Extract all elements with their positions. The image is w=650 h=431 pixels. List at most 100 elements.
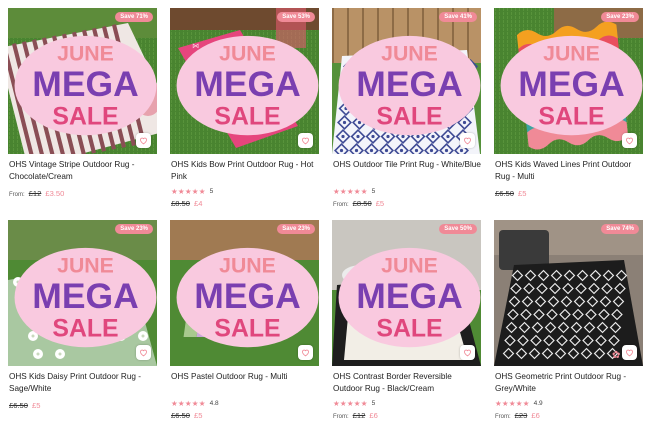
product-price: From: £8.50 £5 <box>332 199 481 208</box>
price-now: £5 <box>194 411 203 420</box>
rating-value: 5 <box>371 187 376 195</box>
price-was: £6.50 <box>171 411 191 420</box>
rating-value: 5 <box>209 187 214 195</box>
price-from-label: From: <box>333 414 349 420</box>
mega-sale-badge: JUNE MEGA SALE <box>14 247 157 348</box>
price-from-label: From: <box>333 202 349 208</box>
product-title[interactable]: OHS Kids Waved Lines Print Outdoor Rug -… <box>494 159 643 183</box>
wishlist-button[interactable] <box>460 345 475 360</box>
product-image[interactable]: JUNE MEGA SALE Save 23% <box>494 8 643 154</box>
product-image[interactable]: JUNE MEGA SALE Save 50% <box>332 220 481 366</box>
svg-text:MEGA: MEGA <box>518 64 624 104</box>
heart-outline-icon <box>140 137 147 145</box>
price-now: £3.50 <box>45 189 65 198</box>
price-from-label: From: <box>495 414 511 420</box>
product-title[interactable]: OHS Kids Bow Print Outdoor Rug - Hot Pin… <box>170 159 319 183</box>
product-price: From: £12 £6 <box>332 411 481 420</box>
heart-outline-icon <box>626 349 633 357</box>
product-image[interactable]: JUNE MEGA SALE Save 23% <box>8 220 157 366</box>
wishlist-button[interactable] <box>460 133 475 148</box>
heart-outline-icon <box>302 349 309 357</box>
product-image[interactable]: ⋈⋈⋈⋈⋈⋈⋈⋈⋈⋈⋈⋈⋈⋈⋈⋈⋈⋈⋈⋈⋈⋈ JUNE MEGA SALE Sa… <box>170 8 319 154</box>
product-card[interactable]: JUNE MEGA SALE Save 23% OHS Pastel Outdo… <box>170 220 319 426</box>
svg-text:MEGA: MEGA <box>194 64 300 104</box>
product-card[interactable]: JUNE MEGA SALE Save 50% OHS Contrast Bor… <box>332 220 481 426</box>
product-card[interactable]: ⋈⋈⋈⋈⋈⋈⋈⋈⋈⋈⋈⋈⋈⋈⋈⋈⋈⋈⋈⋈⋈⋈ JUNE MEGA SALE Sa… <box>170 8 319 214</box>
product-price: From: £12 £3.50 <box>8 189 157 198</box>
product-rating: ★★★★★ 5 <box>170 186 319 196</box>
wishlist-button[interactable] <box>298 345 313 360</box>
price-now: £4 <box>194 199 203 208</box>
product-image[interactable]: JUNE MEGA SALE Save 71% <box>8 8 157 154</box>
mega-sale-badge: JUNE MEGA SALE <box>14 35 157 136</box>
discount-badge: Save 23% <box>601 12 639 22</box>
heart-outline-icon <box>626 137 633 145</box>
svg-text:SALE: SALE <box>538 104 604 131</box>
product-card[interactable]: JUNE MEGA SALE Save 71% OHS Vintage Stri… <box>8 8 157 214</box>
wishlist-button[interactable] <box>136 345 151 360</box>
heart-outline-icon <box>464 349 471 357</box>
product-image[interactable]: JUNE MEGA SALE Save 41% <box>332 8 481 154</box>
rating-stars: ★★★★★ <box>171 398 206 408</box>
mega-sale-badge: JUNE MEGA SALE <box>338 247 481 348</box>
mega-sale-badge: JUNE MEGA SALE <box>500 35 643 136</box>
product-price: £8.50 £4 <box>170 199 319 208</box>
price-was: £6.50 <box>9 401 29 410</box>
rating-stars: ★★★★★ <box>495 398 530 408</box>
price-now: £5 <box>375 199 385 208</box>
product-title[interactable]: OHS Contrast Border Reversible Outdoor R… <box>332 371 481 395</box>
product-rating: ★★★★★ 5 <box>332 398 481 408</box>
rating-stars: ★★★★★ <box>333 398 368 408</box>
product-price: From: £23 £6 <box>494 411 643 420</box>
svg-text:MEGA: MEGA <box>356 64 462 104</box>
svg-text:SALE: SALE <box>376 104 442 131</box>
price-now: £5 <box>32 401 41 410</box>
svg-text:MEGA: MEGA <box>32 64 138 104</box>
discount-badge: Save 50% <box>439 224 477 234</box>
product-card[interactable]: ✿ Save 74% OHS Geometric Print Outdoor R… <box>494 220 643 426</box>
svg-text:MEGA: MEGA <box>194 276 300 316</box>
heart-outline-icon <box>140 349 147 357</box>
svg-text:JUNE: JUNE <box>57 42 114 66</box>
price-was: £23 <box>514 411 528 420</box>
product-title[interactable]: OHS Outdoor Tile Print Rug - White/Blue <box>332 159 481 183</box>
discount-badge: Save 23% <box>115 224 153 234</box>
svg-text:SALE: SALE <box>52 104 118 131</box>
wishlist-button[interactable] <box>298 133 313 148</box>
discount-badge: Save 53% <box>277 12 315 22</box>
product-image[interactable]: JUNE MEGA SALE Save 23% <box>170 220 319 366</box>
product-rating: ★★★★★ 5 <box>332 186 481 196</box>
price-now: £6 <box>531 411 540 420</box>
product-title[interactable]: OHS Kids Daisy Print Outdoor Rug - Sage/… <box>8 371 157 395</box>
product-rating: ★★★★★ 4.9 <box>494 398 643 408</box>
price-was: £8.50 <box>352 199 372 208</box>
product-card[interactable]: JUNE MEGA SALE Save 23% OHS Kids Daisy P… <box>8 220 157 426</box>
discount-badge: Save 74% <box>601 224 639 234</box>
mega-sale-badge: JUNE MEGA SALE <box>176 247 319 348</box>
svg-text:SALE: SALE <box>214 104 280 131</box>
rating-stars: ★★★★★ <box>333 186 368 196</box>
svg-text:JUNE: JUNE <box>381 42 438 66</box>
wishlist-button[interactable] <box>136 133 151 148</box>
wishlist-button[interactable] <box>622 133 637 148</box>
product-card[interactable]: JUNE MEGA SALE Save 23% OHS Kids Waved L… <box>494 8 643 214</box>
price-was: £6.50 <box>495 189 515 198</box>
discount-badge: Save 71% <box>115 12 153 22</box>
svg-text:SALE: SALE <box>214 316 280 343</box>
rating-value: 5 <box>371 399 376 407</box>
product-title[interactable]: OHS Geometric Print Outdoor Rug - Grey/W… <box>494 371 643 395</box>
price-now: £5 <box>518 189 527 198</box>
svg-text:MEGA: MEGA <box>32 276 138 316</box>
wishlist-button[interactable] <box>622 345 637 360</box>
product-title[interactable]: OHS Pastel Outdoor Rug - Multi <box>170 371 319 395</box>
discount-badge: Save 23% <box>277 224 315 234</box>
svg-text:SALE: SALE <box>52 316 118 343</box>
product-rating: ★★★★★ 4.8 <box>170 398 319 408</box>
product-image[interactable]: ✿ Save 74% <box>494 220 643 366</box>
heart-outline-icon <box>302 137 309 145</box>
product-title[interactable]: OHS Vintage Stripe Outdoor Rug - Chocola… <box>8 159 157 183</box>
svg-text:JUNE: JUNE <box>219 42 276 66</box>
svg-text:✿: ✿ <box>612 350 620 361</box>
price-from-label: From: <box>9 192 25 198</box>
product-card[interactable]: JUNE MEGA SALE Save 41% OHS Outdoor Tile… <box>332 8 481 214</box>
